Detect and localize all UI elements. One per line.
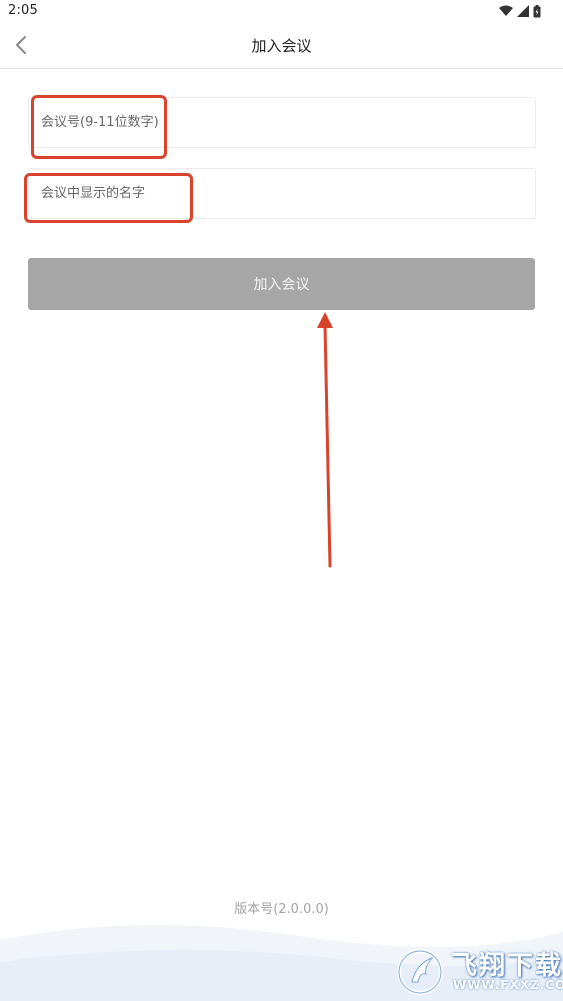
version-text: 版本号(2.0.0.0) — [234, 902, 329, 917]
annotation-arrow — [317, 312, 333, 568]
join-meeting-button[interactable]: 加入会议 — [28, 258, 535, 310]
display-name-input[interactable] — [29, 169, 535, 218]
cellular-signal-icon — [517, 5, 529, 17]
wifi-icon — [499, 5, 513, 16]
status-icons — [499, 4, 541, 18]
meeting-number-field-container — [28, 97, 536, 148]
bottom-wave-decoration — [0, 924, 563, 1001]
display-name-field-container — [28, 168, 536, 219]
battery-icon — [533, 4, 541, 17]
meeting-number-input[interactable] — [29, 98, 535, 147]
page-title: 加入会议 — [251, 37, 312, 55]
status-time: 2:05 — [8, 3, 38, 18]
status-bar: 2:05 — [0, 0, 563, 22]
nav-bar: 加入会议 — [0, 22, 563, 69]
